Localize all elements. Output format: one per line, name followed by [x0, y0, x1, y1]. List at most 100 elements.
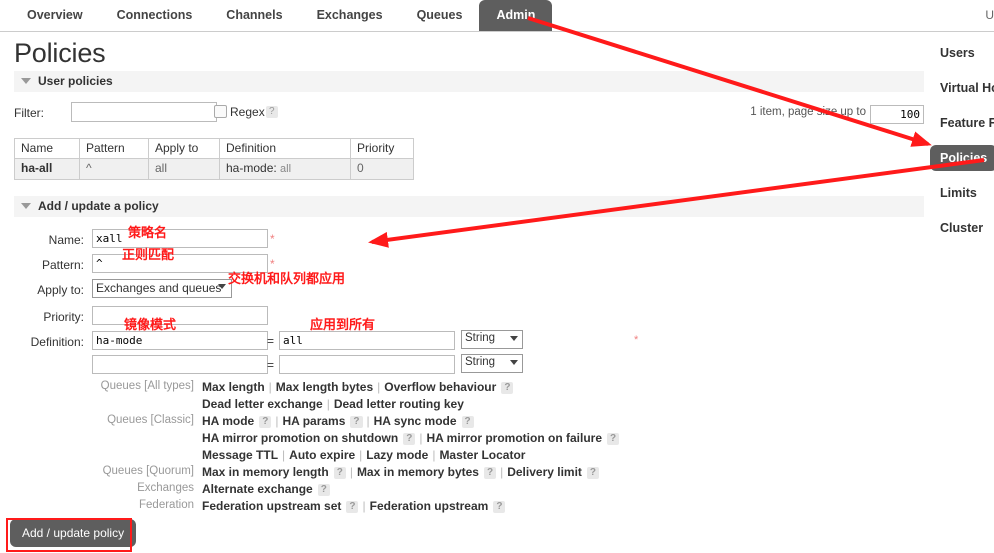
hint-help-icon[interactable]: ?: [403, 433, 416, 445]
definition-hint-list: Queues [All types] Max length | Max length …: [14, 380, 924, 515]
hint-help-icon[interactable]: ?: [259, 416, 272, 428]
name-required-marker: *: [270, 232, 275, 246]
cell-policy-pattern: ^: [79, 158, 149, 180]
table-header-row: Name Pattern Apply to Definition Priorit…: [14, 138, 414, 159]
add-policy-section-header[interactable]: Add / update a policy: [14, 196, 924, 217]
sidebar-item-feature-f[interactable]: Feature F: [930, 110, 994, 136]
hint-link-group: HA mode? | HA params? | HA sync mode?: [202, 414, 474, 428]
definition-type-select[interactable]: String: [461, 330, 523, 349]
hint-help-icon[interactable]: ?: [346, 501, 359, 513]
column-header-definition[interactable]: Definition: [219, 138, 351, 159]
regex-checkbox[interactable]: [214, 105, 227, 118]
policies-table: Name Pattern Apply to Definition Priorit…: [14, 138, 414, 180]
tab-connections[interactable]: Connections: [100, 0, 210, 31]
filter-input[interactable]: [71, 102, 217, 122]
hint-separator: |: [268, 380, 272, 394]
definition-value-input[interactable]: [279, 355, 455, 374]
column-header-priority[interactable]: Priority: [350, 138, 414, 159]
hint-category-label: Exchanges: [137, 482, 194, 494]
hint-link[interactable]: HA sync mode: [374, 414, 457, 428]
name-label: Name:: [48, 233, 84, 247]
sidebar-item-limits[interactable]: Limits: [930, 180, 987, 206]
page-size-input[interactable]: [870, 105, 924, 124]
hint-link[interactable]: Lazy mode: [366, 448, 428, 462]
hint-link[interactable]: HA params: [282, 414, 345, 428]
hint-help-icon[interactable]: ?: [350, 416, 363, 428]
hint-row: Queues [Quorum] Max in memory length? | Max…: [14, 465, 924, 481]
hint-separator: |: [419, 431, 423, 445]
hint-link[interactable]: HA mode: [202, 414, 254, 428]
hint-link[interactable]: Dead letter exchange: [202, 397, 323, 411]
hint-link[interactable]: Message TTL: [202, 448, 278, 462]
tab-overview[interactable]: Overview: [10, 0, 100, 31]
hint-separator: |: [500, 465, 504, 479]
hint-link[interactable]: HA mirror promotion on shutdown: [202, 431, 398, 445]
cell-policy-priority: 0: [350, 158, 414, 180]
pattern-required-marker: *: [270, 257, 275, 271]
hint-link[interactable]: Master Locator: [439, 448, 525, 462]
hint-separator: |: [282, 448, 286, 462]
hint-help-icon[interactable]: ?: [501, 382, 514, 394]
definition-key-input[interactable]: [92, 355, 268, 374]
collapse-triangle-icon[interactable]: [21, 203, 31, 210]
submit-area: Add / update policy: [10, 519, 137, 547]
add-update-policy-button[interactable]: Add / update policy: [10, 519, 137, 547]
column-header-apply-to[interactable]: Apply to: [148, 138, 220, 159]
hint-link[interactable]: Dead letter routing key: [334, 397, 464, 411]
definition-type-select[interactable]: String: [461, 354, 523, 373]
cell-policy-name[interactable]: ha-all: [14, 158, 80, 180]
definition-value-text: all: [280, 163, 292, 175]
hint-separator: |: [359, 448, 363, 462]
apply-to-select[interactable]: Exchanges and queues: [92, 279, 232, 298]
pattern-input[interactable]: [92, 254, 268, 273]
hint-link[interactable]: Auto expire: [289, 448, 355, 462]
definition-equals-sign: =: [267, 358, 275, 372]
add-policy-section-label: Add / update a policy: [38, 199, 159, 213]
definition-value-input[interactable]: [279, 331, 455, 350]
collapse-triangle-icon[interactable]: [21, 78, 31, 85]
regex-help-icon[interactable]: ?: [266, 106, 278, 118]
column-header-name[interactable]: Name: [14, 138, 80, 159]
hint-link[interactable]: Federation upstream set: [202, 499, 341, 513]
priority-input[interactable]: [92, 306, 268, 325]
tab-channels[interactable]: Channels: [209, 0, 299, 31]
hint-link-group: Alternate exchange?: [202, 482, 330, 496]
hint-link[interactable]: Max length bytes: [276, 380, 373, 394]
tab-admin[interactable]: Admin: [479, 0, 553, 31]
sidebar-item-users[interactable]: Users: [930, 40, 985, 66]
tab-queues[interactable]: Queues: [400, 0, 480, 31]
hint-link[interactable]: Max in memory length: [202, 465, 329, 479]
hint-row: Exchanges Alternate exchange?: [14, 482, 924, 498]
hint-link[interactable]: Delivery limit: [507, 465, 582, 479]
hint-help-icon[interactable]: ?: [493, 501, 506, 513]
hint-help-icon[interactable]: ?: [483, 467, 497, 479]
name-input[interactable]: [92, 229, 268, 248]
hint-category-label: Federation: [139, 499, 194, 511]
apply-to-label: Apply to:: [37, 283, 84, 297]
hint-link[interactable]: Overflow behaviour: [384, 380, 496, 394]
hint-help-icon[interactable]: ?: [586, 467, 600, 479]
table-row[interactable]: ha-all ^ all ha-mode: all 0: [14, 158, 414, 180]
hint-help-icon[interactable]: ?: [607, 433, 620, 445]
user-policies-section-header[interactable]: User policies: [14, 71, 924, 92]
hint-link[interactable]: Alternate exchange: [202, 482, 313, 496]
definition-key-input[interactable]: [92, 331, 268, 350]
name-field-row: Name: *: [14, 229, 924, 250]
sidebar-item-policies[interactable]: Policies: [930, 145, 994, 171]
sidebar-item-virtual-ho[interactable]: Virtual Ho: [930, 75, 994, 101]
sidebar-item-cluster[interactable]: Cluster: [930, 215, 993, 241]
hint-help-icon[interactable]: ?: [461, 416, 474, 428]
hint-row: Dead letter exchange | Dead letter routing…: [14, 397, 924, 413]
column-header-pattern[interactable]: Pattern: [79, 138, 149, 159]
hint-separator: |: [377, 380, 381, 394]
tab-exchanges[interactable]: Exchanges: [300, 0, 400, 31]
hint-link-group: Max length | Max length bytes | Overflow beh…: [202, 380, 514, 394]
hint-link[interactable]: HA mirror promotion on failure: [426, 431, 602, 445]
hint-link[interactable]: Max length: [202, 380, 265, 394]
hint-help-icon[interactable]: ?: [333, 467, 346, 479]
hint-link[interactable]: Federation upstream: [370, 499, 489, 513]
hint-separator: |: [366, 414, 370, 428]
hint-help-icon[interactable]: ?: [317, 484, 330, 496]
hint-link[interactable]: Max in memory bytes: [357, 465, 479, 479]
hint-separator: |: [275, 414, 279, 428]
